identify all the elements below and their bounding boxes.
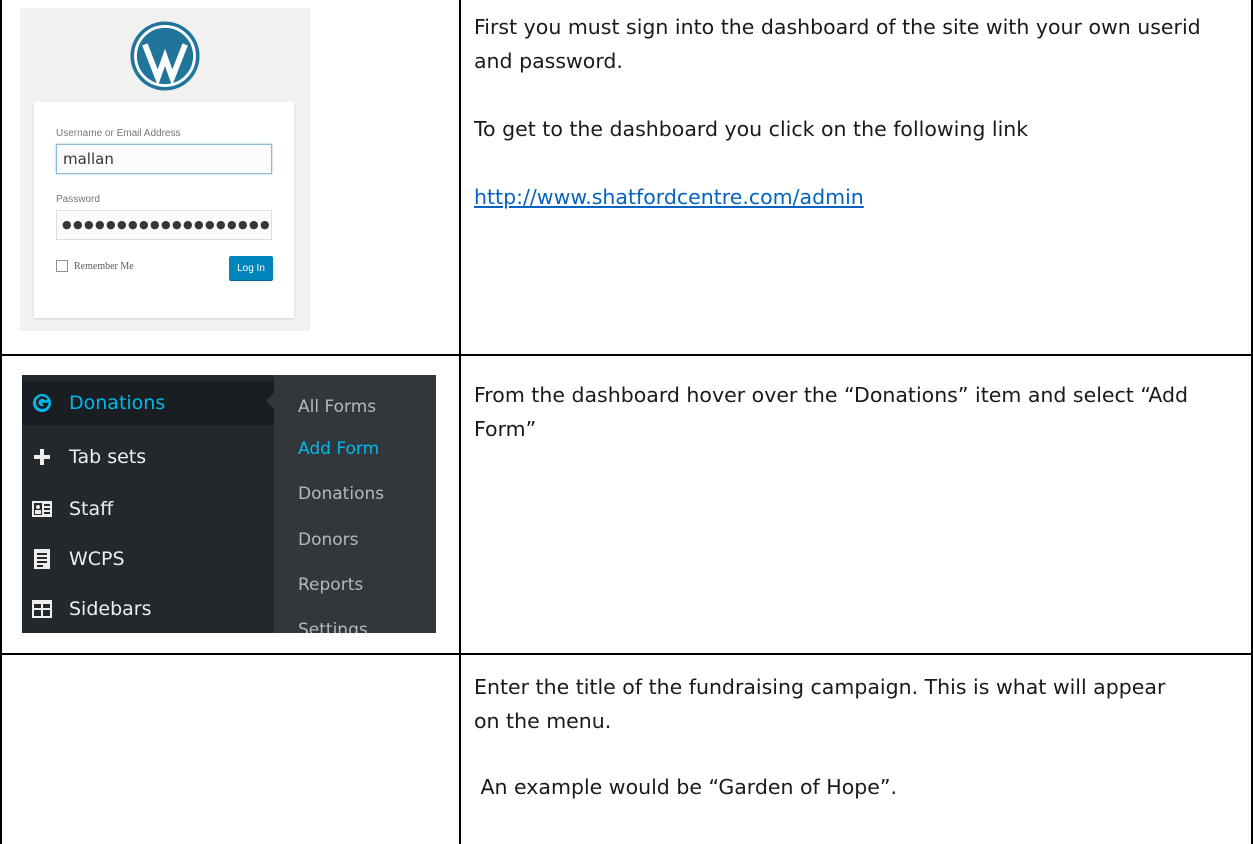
username-label: Username or Email Address (56, 128, 181, 139)
password-label: Password (56, 194, 100, 205)
menu-item-wcps[interactable]: WCPS (22, 537, 274, 581)
wordpress-logo-icon (130, 21, 200, 91)
dashboard-link[interactable]: http://www.shatfordcentre.com/admin (474, 185, 864, 209)
table-border-middle (459, 0, 461, 844)
submenu-item-reports[interactable]: Reports (298, 575, 363, 595)
donations-submenu: All Forms Add Form Donations Donors Repo… (274, 375, 436, 633)
menu-item-tab-sets[interactable]: Tab sets (22, 435, 274, 479)
remember-me-label: Remember Me (74, 261, 134, 272)
submenu-item-add-form[interactable]: Add Form (298, 439, 379, 459)
menu-item-label: Staff (69, 498, 114, 520)
admin-menu-screenshot: Donations Tab sets Staff WCPS Sidebars A… (22, 375, 436, 633)
document-icon (32, 549, 52, 569)
remember-me-checkbox[interactable] (56, 260, 68, 272)
admin-sidebar: Donations Tab sets Staff WCPS Sidebars (22, 375, 274, 633)
login-form: Username or Email Address mallan Passwor… (34, 102, 294, 318)
menu-item-donations[interactable]: Donations (22, 381, 274, 425)
give-icon (32, 393, 52, 413)
menu-item-label: Tab sets (69, 446, 147, 468)
row1-paragraph-2: To get to the dashboard you click on the… (474, 117, 1029, 141)
row1-instructions: First you must sign into the dashboard o… (474, 10, 1244, 214)
row-divider-1 (0, 354, 1253, 356)
row-divider-2 (0, 653, 1253, 655)
row2-paragraph-1: From the dashboard hover over the “Donat… (474, 383, 1189, 441)
menu-item-label: Donations (69, 392, 166, 414)
row3-paragraph-1: Enter the title of the fundraising campa… (474, 675, 1166, 733)
id-card-icon (32, 499, 52, 519)
username-field[interactable]: mallan (56, 144, 272, 174)
wp-login-screenshot: Username or Email Address mallan Passwor… (20, 8, 310, 331)
menu-item-staff[interactable]: Staff (22, 487, 274, 531)
menu-item-label: WCPS (69, 548, 125, 570)
row1-paragraph-1: First you must sign into the dashboard o… (474, 15, 1201, 73)
row2-instructions: From the dashboard hover over the “Donat… (474, 378, 1194, 446)
row3-paragraph-2: An example would be “Garden of Hope”. (474, 775, 898, 799)
submenu-pointer (266, 393, 274, 409)
plus-icon (32, 447, 52, 467)
submenu-item-donors[interactable]: Donors (298, 530, 359, 550)
submenu-item-settings[interactable]: Settings (298, 620, 368, 633)
submenu-item-donations[interactable]: Donations (298, 484, 384, 504)
table-border-left (0, 0, 2, 844)
submenu-item-all-forms[interactable]: All Forms (298, 397, 376, 417)
log-in-button[interactable]: Log In (229, 256, 273, 280)
password-field[interactable]: ●●●●●●●●●●●●●●●●●●● (56, 210, 272, 240)
layout-icon (32, 599, 52, 619)
menu-item-label: Sidebars (69, 598, 152, 620)
menu-item-sidebars[interactable]: Sidebars (22, 587, 274, 631)
row3-instructions: Enter the title of the fundraising campa… (474, 670, 1194, 804)
